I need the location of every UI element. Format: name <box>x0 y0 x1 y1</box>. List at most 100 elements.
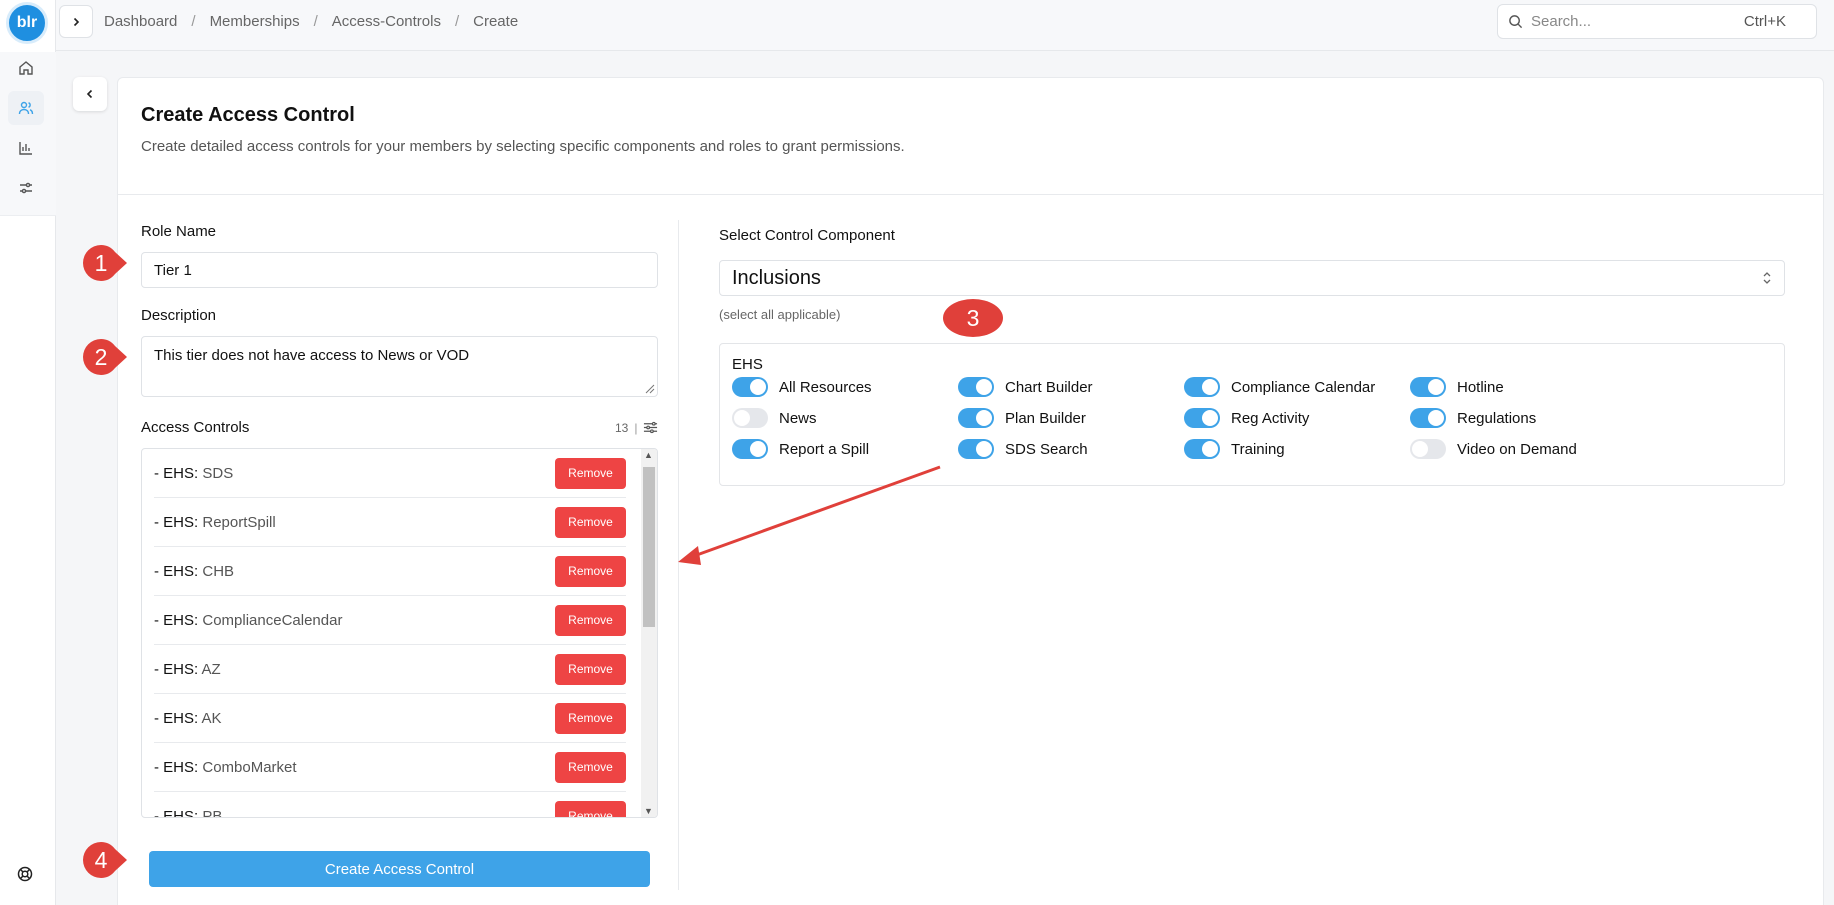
access-control-row: - EHS: ComplianceCalendar Remove <box>154 596 626 645</box>
toggle-knob <box>976 441 992 457</box>
access-control-prefix: - EHS: <box>154 758 199 776</box>
toggle-switch[interactable] <box>1410 439 1446 459</box>
access-control-item: - EHS: ComboMarket <box>154 759 297 776</box>
scrollbar-thumb[interactable] <box>643 467 655 627</box>
toggle-switch[interactable] <box>1184 408 1220 428</box>
access-control-prefix: - EHS: <box>154 513 199 531</box>
access-control-item: - EHS: SDS <box>154 465 233 482</box>
toggle-switch[interactable] <box>1410 377 1446 397</box>
chevron-left-icon <box>86 89 93 99</box>
callout-2: 2 <box>77 337 129 377</box>
top-bar: Dashboard / Memberships / Access-Control… <box>56 0 1834 51</box>
toggle-switch[interactable] <box>732 377 768 397</box>
callout-number: 3 <box>966 304 980 331</box>
create-access-control-card: Create Access Control Create detailed ac… <box>117 77 1824 905</box>
toggle-label: Training <box>1231 440 1285 458</box>
access-controls-list[interactable]: - EHS: SDS Remove - EHS: ReportSpill Remove… <box>141 448 658 818</box>
scroll-down-icon[interactable]: ▼ <box>644 806 653 816</box>
toggle-label: Plan Builder <box>1005 409 1086 427</box>
access-control-value: CHB <box>202 562 235 580</box>
remove-button[interactable]: Remove <box>555 653 626 685</box>
toggle-switch[interactable] <box>1410 408 1446 428</box>
app-logo[interactable]: blr <box>6 2 48 44</box>
toggle-knob <box>1412 441 1428 457</box>
toggle-switch[interactable] <box>958 408 994 428</box>
toggle-report-a-spill[interactable]: Report a Spill <box>732 439 869 459</box>
toggle-sds-search[interactable]: SDS Search <box>958 439 1088 459</box>
toggle-reg-activity[interactable]: Reg Activity <box>1184 408 1309 428</box>
description-field[interactable]: This tier does not have access to News o… <box>141 336 658 397</box>
list-scrollbar[interactable]: ▲ ▼ <box>641 449 657 817</box>
sidebar-item-analytics[interactable] <box>8 131 44 165</box>
filter-sliders-icon[interactable] <box>643 420 658 435</box>
scroll-up-icon[interactable]: ▲ <box>644 450 653 460</box>
toggle-switch[interactable] <box>958 377 994 397</box>
create-access-control-button[interactable]: Create Access Control <box>149 851 650 887</box>
access-control-row: - EHS: AZ Remove <box>154 645 626 694</box>
sidebar-item-settings[interactable] <box>8 171 44 205</box>
control-component-value: Inclusions <box>732 266 821 289</box>
toggle-switch[interactable] <box>1184 439 1220 459</box>
resize-handle-icon[interactable] <box>643 382 655 394</box>
access-control-item: - EHS: CHB <box>154 563 234 580</box>
toggle-knob <box>976 410 992 426</box>
toggle-switch[interactable] <box>732 439 768 459</box>
sidebar-item-memberships[interactable] <box>8 91 44 125</box>
control-component-label: Select Control Component <box>719 227 895 244</box>
callout-number: 4 <box>94 846 108 873</box>
toggle-video-on-demand[interactable]: Video on Demand <box>1410 439 1577 459</box>
access-control-item: - EHS: ComplianceCalendar <box>154 612 342 629</box>
toggle-label: Report a Spill <box>779 440 870 458</box>
chevron-right-icon <box>73 17 80 26</box>
expand-sidebar-button[interactable] <box>59 5 93 38</box>
toggle-label: All Resources <box>779 378 872 396</box>
toggle-plan-builder[interactable]: Plan Builder <box>958 408 1086 428</box>
breadcrumb-dashboard[interactable]: Dashboard <box>104 13 177 30</box>
toggle-switch[interactable] <box>1184 377 1220 397</box>
toggle-label: Regulations <box>1457 409 1537 427</box>
breadcrumb-memberships[interactable]: Memberships <box>210 13 300 30</box>
role-name-label: Role Name <box>141 223 217 240</box>
remove-button[interactable]: Remove <box>555 702 626 734</box>
toggle-switch[interactable] <box>958 439 994 459</box>
back-button[interactable] <box>73 77 107 111</box>
remove-button[interactable]: Remove <box>555 555 626 587</box>
control-component-select[interactable]: Inclusions <box>719 260 1785 296</box>
access-control-prefix: - EHS: <box>154 660 199 678</box>
toggle-knob <box>734 410 750 426</box>
remove-button[interactable]: Remove <box>555 457 626 489</box>
toggle-group-title: EHS <box>732 356 763 373</box>
toggle-label: Reg Activity <box>1231 409 1310 427</box>
toggle-training[interactable]: Training <box>1184 439 1285 459</box>
home-icon <box>19 61 33 75</box>
search-input[interactable]: Search... Ctrl+K <box>1497 4 1817 39</box>
bar-chart-icon <box>19 142 32 155</box>
access-control-row: - EHS: PB Remove <box>154 792 626 817</box>
chevron-up-down-icon <box>1763 272 1771 284</box>
toggle-hotline[interactable]: Hotline <box>1410 377 1504 397</box>
sidebar-item-home[interactable] <box>8 51 44 85</box>
toggle-label: SDS Search <box>1005 440 1088 458</box>
toggle-knob <box>1202 441 1218 457</box>
toggle-all-resources[interactable]: All Resources <box>732 377 872 397</box>
toggle-news[interactable]: News <box>732 408 817 428</box>
callout-4: 4 <box>77 840 129 880</box>
breadcrumb-access-controls[interactable]: Access-Controls <box>332 13 441 30</box>
remove-button[interactable]: Remove <box>555 604 626 636</box>
search-placeholder: Search... <box>1531 13 1592 30</box>
access-control-value: ReportSpill <box>202 513 276 531</box>
remove-button[interactable]: Remove <box>555 506 626 538</box>
toggle-switch[interactable] <box>732 408 768 428</box>
toggle-regulations[interactable]: Regulations <box>1410 408 1536 428</box>
remove-button[interactable]: Remove <box>555 800 626 817</box>
access-control-row: - EHS: AK Remove <box>154 694 626 743</box>
remove-button[interactable]: Remove <box>555 751 626 783</box>
search-icon <box>1509 15 1523 29</box>
help-lifebuoy-icon[interactable] <box>17 866 33 882</box>
toggle-chart-builder[interactable]: Chart Builder <box>958 377 1093 397</box>
logo-text: blr <box>16 14 38 31</box>
toggle-compliance-calendar[interactable]: Compliance Calendar <box>1184 377 1375 397</box>
toggle-knob <box>1202 379 1218 395</box>
role-name-field[interactable]: Tier 1 <box>141 252 658 288</box>
column-divider <box>678 220 679 890</box>
